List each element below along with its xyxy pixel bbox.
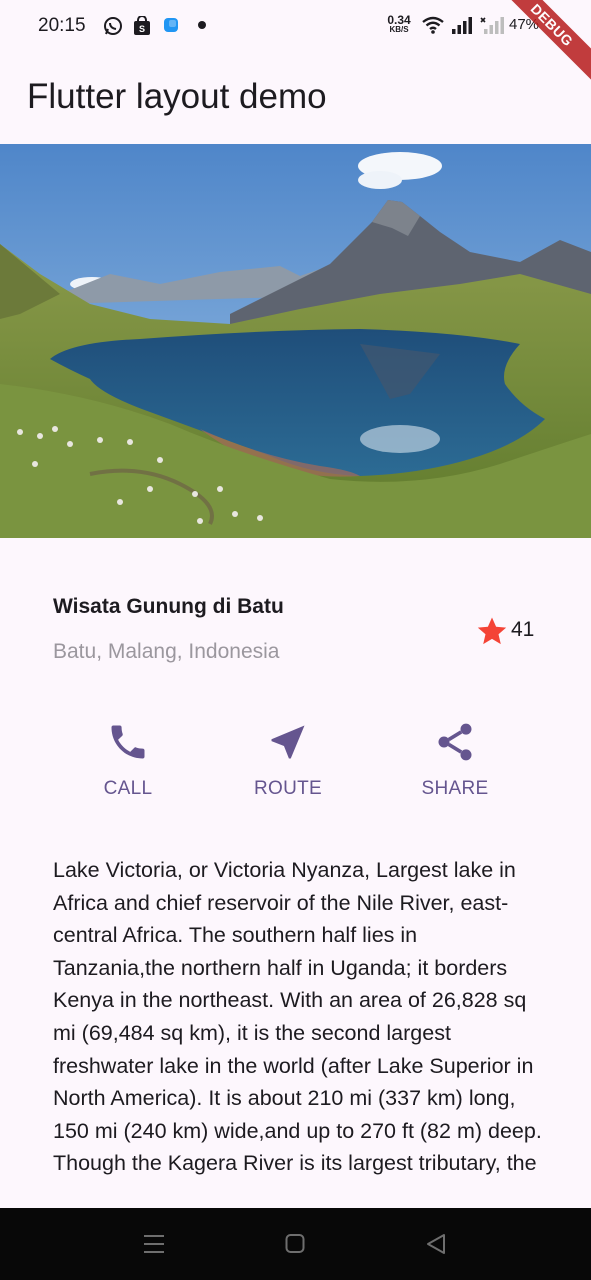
status-bar: 20:15 S 0.34 KB/S 47% xyxy=(0,0,591,52)
phone-icon xyxy=(111,725,145,759)
app-icon xyxy=(164,18,178,32)
whatsapp-icon xyxy=(104,17,122,35)
place-name: Wisata Gunung di Batu xyxy=(53,595,284,618)
status-time: 20:15 xyxy=(38,15,86,36)
app-title: Flutter layout demo xyxy=(27,77,327,116)
landscape-illustration xyxy=(0,144,591,538)
star-icon[interactable] xyxy=(475,614,509,648)
call-label: CALL xyxy=(103,778,153,799)
share-button[interactable]: SHARE xyxy=(395,720,515,800)
system-nav-bar xyxy=(0,1208,591,1280)
place-location: Batu, Malang, Indonesia xyxy=(53,640,280,663)
menu-icon[interactable] xyxy=(143,1232,165,1256)
route-label: ROUTE xyxy=(254,778,322,799)
back-icon[interactable] xyxy=(426,1232,446,1256)
net-speed-value: 0.34 xyxy=(387,13,411,27)
svg-text:S: S xyxy=(139,24,145,34)
near-me-icon xyxy=(271,725,305,759)
title-section: Wisata Gunung di Batu Batu, Malang, Indo… xyxy=(53,590,538,680)
share-icon xyxy=(438,723,472,761)
action-buttons: CALL ROUTE SHARE xyxy=(0,720,591,810)
star-count: 41 xyxy=(511,618,535,641)
share-label: SHARE xyxy=(421,778,489,799)
hero-image xyxy=(0,144,591,538)
notification-dot xyxy=(198,21,206,29)
home-icon[interactable] xyxy=(285,1232,305,1256)
call-button[interactable]: CALL xyxy=(68,720,188,800)
shopping-bag-icon: S xyxy=(134,16,150,35)
wifi-icon xyxy=(422,16,444,34)
signal-x-icon xyxy=(480,17,504,34)
description-text: Lake Victoria, or Victoria Nyanza, Large… xyxy=(53,858,542,1176)
net-speed: 0.34 KB/S xyxy=(384,13,414,35)
app-bar: Flutter layout demo xyxy=(0,52,591,144)
route-button[interactable]: ROUTE xyxy=(228,720,348,800)
signal-icon xyxy=(452,17,472,34)
